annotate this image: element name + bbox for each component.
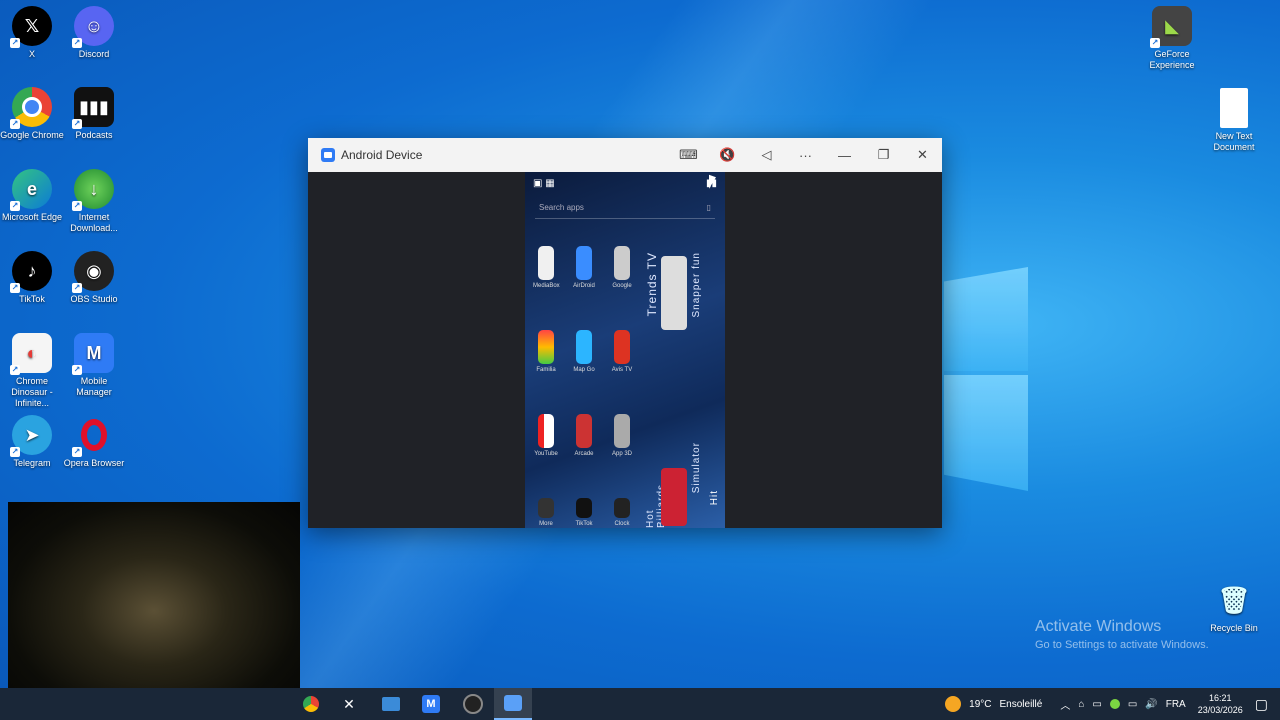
desktop-icon-opera[interactable]: ↗ Opera Browser bbox=[62, 415, 126, 469]
desktop-icon-edge[interactable]: e ↗ Microsoft Edge bbox=[0, 169, 64, 223]
phone-app[interactable]: Familia bbox=[533, 330, 559, 373]
status-icon[interactable] bbox=[1109, 699, 1120, 709]
android-device-app-icon bbox=[504, 695, 522, 711]
opera-icon: ↗ bbox=[72, 415, 114, 457]
clock-time: 16:21 bbox=[1208, 693, 1232, 703]
desktop-icon-idm[interactable]: ↓ ↗ Internet Download... bbox=[62, 169, 126, 234]
desktop-icon-recycle-bin[interactable]: 🗑 Recycle Bin bbox=[1202, 580, 1266, 634]
side-text: Hit bbox=[709, 490, 720, 506]
x-icon: ✕ bbox=[343, 695, 355, 712]
geforce-icon: ◣ ↗ bbox=[1150, 6, 1192, 48]
phone-app[interactable]: Arcade bbox=[571, 414, 597, 457]
mobile-manager-icon: M bbox=[422, 695, 440, 713]
taskbar: ✕ M 19°C Ensoleillé ︿ ⌂ ▭ ▭ 🔊 FRA 16:21 … bbox=[0, 688, 1280, 720]
close-button[interactable]: ✕ bbox=[903, 138, 942, 172]
desktop-icon-tiktok[interactable]: ♪ ↗ TikTok bbox=[0, 251, 64, 305]
chrome-icon: ↗ bbox=[10, 87, 52, 129]
desktop-icon-x[interactable]: 𝕏 ↗ X bbox=[0, 6, 64, 60]
chrome-icon bbox=[303, 696, 319, 712]
mute-button[interactable]: 🔇 bbox=[708, 138, 747, 172]
phone-app[interactable]: AirDroid bbox=[571, 246, 597, 289]
phone-app[interactable]: App 3D bbox=[609, 414, 635, 457]
desktop-icon-telegram[interactable]: ➤ ↗ Telegram bbox=[0, 415, 64, 469]
minimize-button[interactable]: — bbox=[825, 138, 864, 172]
back-button[interactable]: ◁ bbox=[747, 138, 786, 172]
system-tray: 19°C Ensoleillé ︿ ⌂ ▭ ▭ 🔊 FRA 16:21 23/0… bbox=[941, 688, 1280, 720]
window-titlebar[interactable]: Android Device ⌨ 🔇 ◁ ··· — ❐ ✕ bbox=[308, 138, 942, 172]
side-thumbnail[interactable] bbox=[661, 468, 687, 526]
phone-app[interactable]: TikTok bbox=[571, 498, 597, 527]
phone-app[interactable]: Map Go bbox=[571, 330, 597, 373]
podcasts-icon: ▮▮▮ ↗ bbox=[72, 87, 114, 129]
side-thumbnail[interactable] bbox=[661, 256, 687, 330]
taskbar-x[interactable]: ✕ bbox=[330, 688, 368, 720]
activate-title: Activate Windows bbox=[1035, 618, 1162, 635]
keyboard-button[interactable]: ⌨ bbox=[669, 138, 708, 172]
discord-icon: ☺ ↗ bbox=[72, 6, 114, 48]
more-button[interactable]: ··· bbox=[786, 138, 825, 172]
obs-icon bbox=[463, 694, 483, 714]
desktop-icon-geforce[interactable]: ◣ ↗ GeForce Experience bbox=[1140, 6, 1204, 71]
desktop-icon-obs[interactable]: ◉ ↗ OBS Studio bbox=[62, 251, 126, 305]
phone-search-input[interactable]: Search apps bbox=[539, 203, 584, 212]
network-icon[interactable]: ▭ bbox=[1128, 699, 1137, 710]
tiktok-icon: ♪ ↗ bbox=[10, 251, 52, 293]
side-text: Trends TV bbox=[645, 252, 659, 317]
taskbar-android-device[interactable] bbox=[494, 688, 532, 720]
weather-condition[interactable]: Ensoleillé bbox=[1000, 699, 1043, 710]
windows-logo bbox=[944, 255, 1030, 495]
side-text: Simulator bbox=[691, 442, 702, 494]
activate-windows-watermark: Activate Windows Go to Settings to activ… bbox=[1035, 618, 1209, 651]
activate-subtitle: Go to Settings to activate Windows. bbox=[1035, 639, 1209, 651]
desktop-icon-new-text-document[interactable]: New Text Document bbox=[1202, 88, 1266, 153]
desktop-icon-chrome-doc[interactable]: ◐ ↗ Chrome Dinosaur - Infinite... bbox=[0, 333, 64, 409]
taskbar-obs[interactable] bbox=[454, 688, 492, 720]
usb-icon[interactable]: ⌂ bbox=[1078, 699, 1084, 710]
notification-icon[interactable]: ▢ bbox=[1255, 696, 1268, 713]
mouse-cursor bbox=[709, 174, 716, 192]
idm-icon: ↓ ↗ bbox=[72, 169, 114, 211]
desktop-icon-mobile-manager[interactable]: M ↗ Mobile Manager bbox=[62, 333, 126, 398]
taskbar-chrome[interactable] bbox=[292, 688, 330, 720]
side-text: Snapper fun bbox=[691, 252, 702, 318]
phone-screen[interactable]: ▣ ▦ ▮▮ Search apps ▯ MediaBox AirDroid G… bbox=[525, 172, 725, 528]
android-device-window: Android Device ⌨ 🔇 ◁ ··· — ❐ ✕ ▣ ▦ ▮▮ Se… bbox=[308, 138, 942, 528]
restore-button[interactable]: ❐ bbox=[864, 138, 903, 172]
language-indicator[interactable]: FRA bbox=[1166, 699, 1186, 710]
weather-temp[interactable]: 19°C bbox=[969, 699, 991, 710]
notification-icons: ▣ ▦ bbox=[533, 177, 555, 189]
telegram-icon: ➤ ↗ bbox=[10, 415, 52, 457]
window-title: Android Device bbox=[341, 148, 423, 162]
desktop-icon-chrome[interactable]: ↗ Google Chrome bbox=[0, 87, 64, 141]
phone-app[interactable]: YouTube bbox=[533, 414, 559, 457]
mobile-manager-icon: M ↗ bbox=[72, 333, 114, 375]
chrome-doc-icon: ◐ ↗ bbox=[10, 333, 52, 375]
phone-side-panel: Trends TV Snapper fun Hot Billiards Simu… bbox=[643, 172, 725, 528]
desktop-icon-discord[interactable]: ☺ ↗ Discord bbox=[62, 6, 126, 60]
sun-icon bbox=[945, 696, 962, 712]
edge-icon: e ↗ bbox=[10, 169, 52, 211]
phone-app[interactable]: Google bbox=[609, 246, 635, 289]
phone-app[interactable]: MediaBox bbox=[533, 246, 560, 289]
desktop-icon-podcasts[interactable]: ▮▮▮ ↗ Podcasts bbox=[62, 87, 126, 141]
recycle-bin-icon: 🗑 bbox=[1217, 584, 1251, 615]
clock[interactable]: 16:21 23/03/2026 bbox=[1198, 692, 1243, 716]
text-document-icon bbox=[1220, 88, 1248, 128]
taskbar-app-window[interactable] bbox=[372, 688, 410, 720]
phone-app[interactable]: Clock bbox=[609, 498, 635, 527]
volume-icon[interactable]: 🔊 bbox=[1145, 699, 1157, 710]
obs-icon: ◉ ↗ bbox=[72, 251, 114, 293]
window-app-icon bbox=[382, 697, 400, 711]
clock-date: 23/03/2026 bbox=[1197, 705, 1243, 715]
battery-icon[interactable]: ▭ bbox=[1092, 699, 1101, 710]
android-device-app-icon bbox=[321, 148, 335, 162]
x-icon: 𝕏 ↗ bbox=[10, 6, 52, 48]
taskbar-mobile-manager[interactable]: M bbox=[412, 688, 450, 720]
chevron-up-icon[interactable]: ︿ bbox=[1060, 697, 1070, 712]
phone-app[interactable]: More bbox=[533, 498, 559, 527]
phone-app[interactable]: Avis TV bbox=[609, 330, 635, 373]
